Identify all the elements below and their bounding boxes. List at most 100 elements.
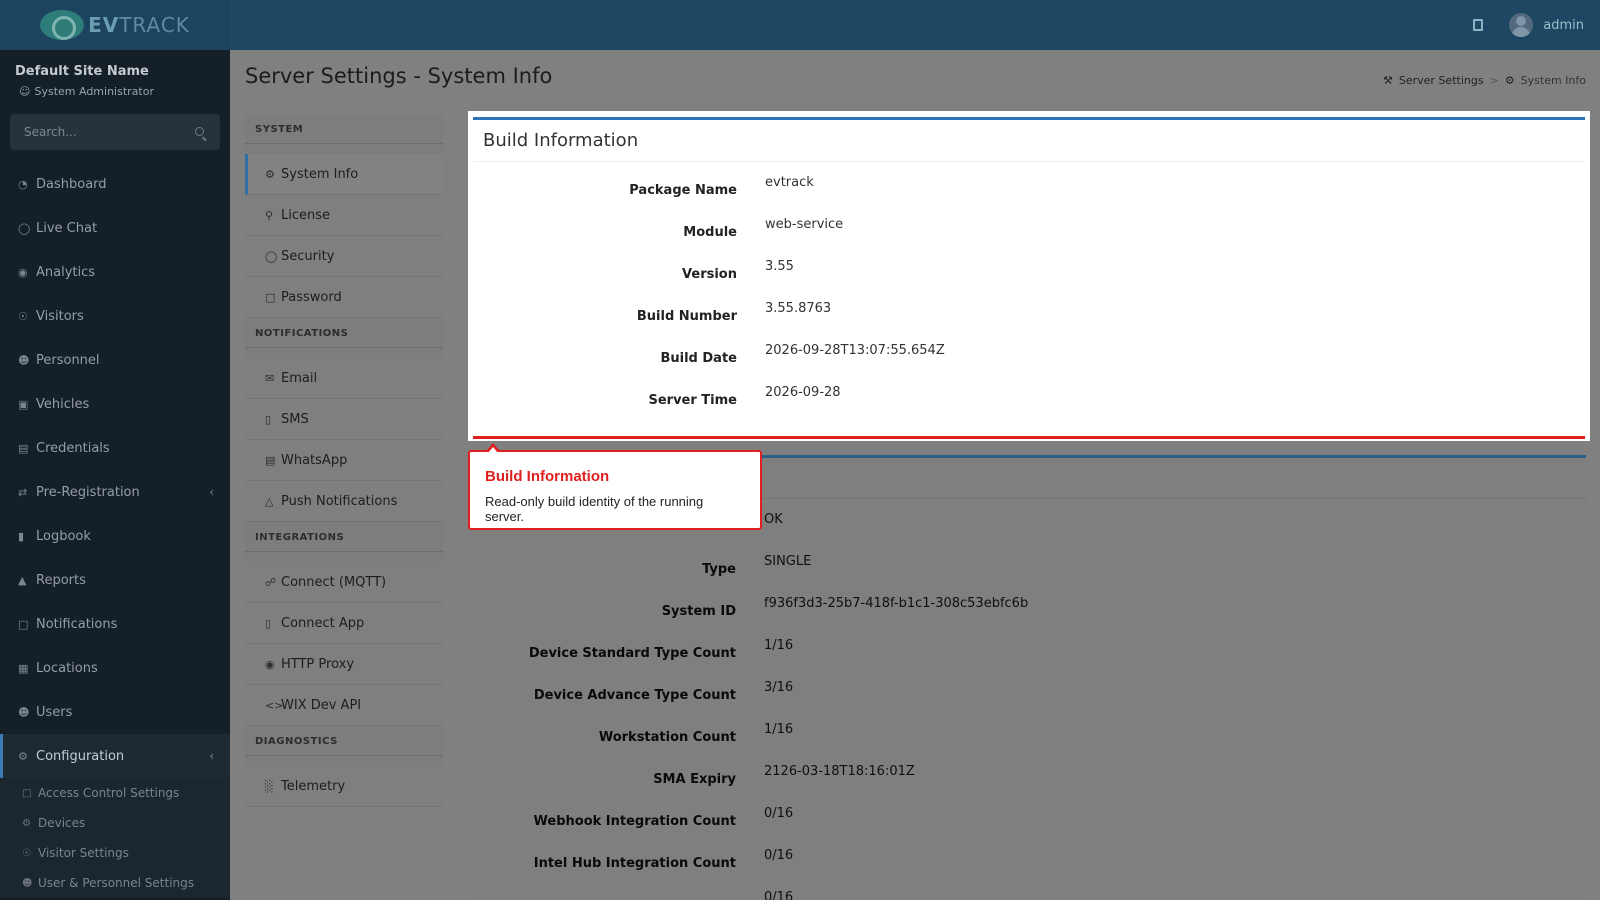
book-icon: ▮ — [18, 529, 25, 543]
breadcrumb-separator: > — [1489, 74, 1499, 87]
settings-item-license[interactable]: ⚲ License — [245, 195, 443, 236]
settings-item-push-notifications[interactable]: △ Push Notifications — [245, 481, 443, 522]
breadcrumb: ⚒ Server Settings > ⚙ System Info — [1383, 74, 1586, 87]
sidebar-item-live-chat[interactable]: ◯ Live Chat — [0, 206, 230, 250]
sidebar-item-vehicles[interactable]: ▣ Vehicles — [0, 382, 230, 426]
lock-icon: □ — [265, 290, 276, 304]
main-nav: ◔ Dashboard ◯ Live Chat ◉ Analytics ☉ Visito… — [0, 162, 230, 778]
settings-item-email[interactable]: ✉ Email — [245, 358, 443, 399]
site-role-label: System Administrator — [34, 85, 154, 98]
chevron-left-icon: ‹ — [209, 485, 214, 499]
settings-nav: SYSTEM ⚙ System Info ⚲ License ◯ Security □… — [245, 114, 443, 807]
sidebar-item-configuration[interactable]: ⚙ Configuration ‹ — [0, 734, 230, 778]
users-icon: ☻ — [18, 705, 30, 719]
sidebar-item-pre-registration[interactable]: ⇄ Pre-Registration ‹ — [0, 470, 230, 514]
settings-item-telemetry[interactable]: ░ Telemetry — [245, 766, 443, 807]
settings-item-wix-dev-api[interactable]: <> WIX Dev API — [245, 685, 443, 726]
subnav-item-visitor-settings[interactable]: ☉ Visitor Settings — [0, 838, 230, 868]
info-row: Device Advance Type Count 3/16 — [533, 680, 794, 703]
cog-icon: ⚙ — [22, 817, 31, 829]
gear-icon: ⚙ — [18, 749, 28, 763]
sidebar-item-credentials[interactable]: ▤ Credentials — [0, 426, 230, 470]
arrows-icon: ⇄ — [18, 485, 28, 499]
logo-icon — [40, 10, 85, 40]
sidebar-item-reports[interactable]: ▲ Reports — [0, 558, 230, 602]
info-row: Intel Hub Integration Count 0/16 — [533, 848, 794, 871]
top-right-tools: admin — [1473, 0, 1584, 50]
breadcrumb-system-info: System Info — [1520, 74, 1586, 87]
plug-icon: ☍ — [265, 575, 277, 589]
settings-item-system-info[interactable]: ⚙ System Info — [245, 154, 443, 195]
settings-item-password[interactable]: □ Password — [245, 277, 443, 318]
gear-icon: ⚙ — [265, 167, 275, 181]
highlight-underline — [473, 436, 1585, 439]
phone-icon: ▯ — [265, 616, 272, 630]
search-icon[interactable] — [195, 127, 204, 136]
user-menu[interactable]: admin — [1509, 13, 1584, 37]
sidebar-item-analytics[interactable]: ◉ Analytics — [0, 250, 230, 294]
settings-item-http-proxy[interactable]: ◉ HTTP Proxy — [245, 644, 443, 685]
search-box — [10, 114, 220, 150]
avatar — [1509, 13, 1534, 37]
subnav-item-access-control-settings[interactable]: □ Access Control Settings — [0, 778, 230, 808]
eye-icon: ☉ — [18, 309, 28, 323]
settings-item-sms[interactable]: ▯ SMS — [245, 399, 443, 440]
settings-section-notifications: NOTIFICATIONS — [245, 318, 443, 348]
bell-icon: △ — [265, 494, 274, 508]
info-row: Webhook Integration Count 0/16 — [533, 806, 794, 829]
book-icon[interactable] — [1473, 19, 1484, 31]
subnav-item-devices[interactable]: ⚙ Devices — [0, 808, 230, 838]
page-title: Server Settings - System Info — [245, 64, 553, 88]
site-info: Default Site Name ☺ System Administrator — [0, 50, 230, 112]
settings-item-whatsapp[interactable]: ▤ WhatsApp — [245, 440, 443, 481]
breadcrumb-server-settings[interactable]: Server Settings — [1399, 74, 1484, 87]
brand-logo[interactable]: EVTRACK — [0, 0, 230, 50]
id-card-icon: ▤ — [18, 441, 29, 455]
chart-icon: ▲ — [18, 573, 27, 587]
tooltip-body: Read-only build identity of the running … — [485, 494, 704, 524]
search-input[interactable] — [10, 114, 220, 150]
users-icon: ☻ — [22, 877, 33, 889]
info-row: Build Number 3.55.8763 — [636, 301, 832, 324]
logo-text: EVTRACK — [88, 13, 190, 37]
sidebar-item-personnel[interactable]: ☻ Personnel — [0, 338, 230, 382]
info-row: Type SINGLE — [702, 554, 812, 577]
settings-item-connect-app[interactable]: ▯ Connect App — [245, 603, 443, 644]
card-title: Build Information — [483, 130, 639, 151]
wrench-icon: ⚒ — [1383, 74, 1393, 87]
map-icon: ▦ — [18, 661, 29, 675]
target-icon: ◉ — [18, 265, 28, 279]
message-icon: ▤ — [265, 453, 276, 467]
car-icon: ▣ — [18, 397, 29, 411]
main-sidebar: Default Site Name ☺ System Administrator… — [0, 50, 230, 900]
bar-chart-icon: ░ — [265, 779, 274, 793]
info-row: SMA Expiry 2126-03-18T18:16:01Z — [653, 764, 915, 787]
user-name: admin — [1543, 17, 1584, 33]
subnav-item-user-personnel-settings[interactable]: ☻ User & Personnel Settings — [0, 868, 230, 898]
build-information-card: Build Information Package Name evtrack Mo… — [473, 117, 1585, 434]
key-icon: ⚲ — [265, 208, 274, 222]
settings-item-security[interactable]: ◯ Security — [245, 236, 443, 277]
settings-item-connect-mqtt[interactable]: ☍ Connect (MQTT) — [245, 562, 443, 603]
sidebar-item-logbook[interactable]: ▮ Logbook — [0, 514, 230, 558]
highlight-spotlight: Build Information Package Name evtrack Mo… — [468, 111, 1590, 441]
build-information-header: Build Information — [473, 120, 1585, 162]
sidebar-item-locations[interactable]: ▦ Locations — [0, 646, 230, 690]
settings-section-integrations: INTEGRATIONS — [245, 522, 443, 552]
sidebar-item-notifications[interactable]: □ Notifications — [0, 602, 230, 646]
sidebar-item-dashboard[interactable]: ◔ Dashboard — [0, 162, 230, 206]
globe-icon: ◉ — [265, 657, 275, 671]
tour-tooltip: Build Information Read-only build identi… — [468, 443, 762, 530]
info-row: Server Time 2026-09-28 — [648, 385, 841, 408]
chat-icon: □ — [18, 617, 29, 631]
envelope-icon: ✉ — [265, 371, 275, 385]
gear-icon: ⚙ — [1504, 74, 1515, 87]
settings-section-system: SYSTEM — [245, 114, 443, 144]
sidebar-item-visitors[interactable]: ☉ Visitors — [0, 294, 230, 338]
info-row: Workstation Count 1/16 — [598, 722, 794, 745]
eye-icon: ☉ — [22, 847, 31, 859]
sidebar-item-users[interactable]: ☻ Users — [0, 690, 230, 734]
